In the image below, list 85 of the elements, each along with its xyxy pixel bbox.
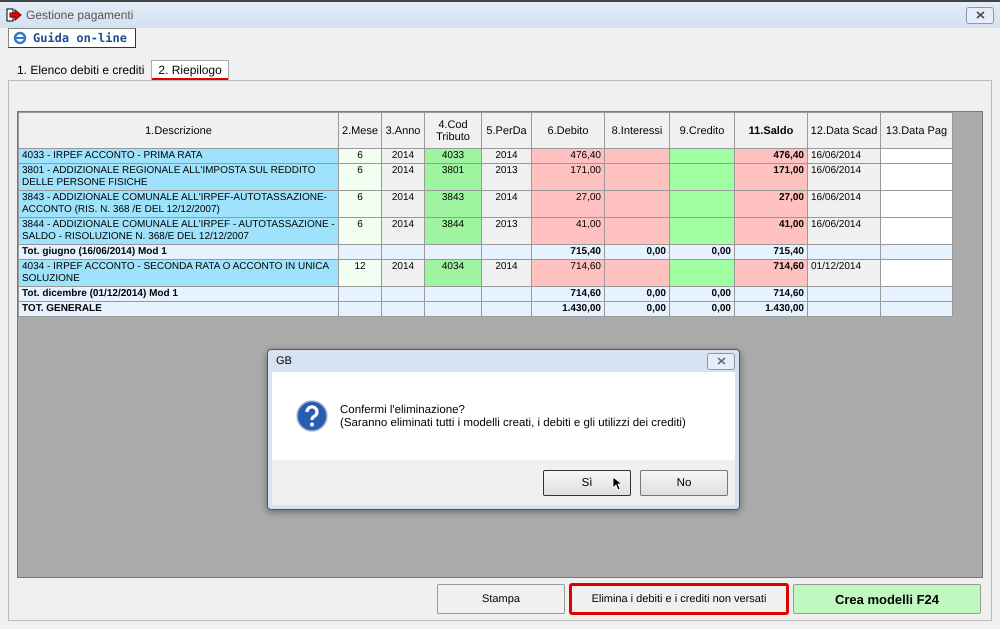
table-cell: 3843	[424, 190, 482, 218]
action-button[interactable]: Elimina i debiti e i crediti non versati	[570, 584, 788, 614]
column-header[interactable]: 9.Credito	[670, 112, 734, 148]
browser-icon	[13, 31, 27, 45]
dialog-button[interactable]: No	[640, 470, 728, 496]
column-header[interactable]: 3.Anno	[382, 112, 424, 148]
table-cell: 3801 - ADDIZIONALE REGIONALE ALL'IMPOSTA SUL REDDITO DELLE PERSONE FISICHE	[18, 164, 338, 190]
table-cell: 2014	[482, 260, 532, 286]
table-cell: 714,60	[532, 286, 604, 302]
table-cell: 4033	[424, 148, 482, 164]
table-cell: 171,00	[532, 164, 604, 190]
table-cell: 41,00	[734, 218, 808, 244]
table-cell: Tot. dicembre (01/12/2014) Mod 1	[18, 286, 338, 302]
table-cell: 4034	[424, 260, 482, 286]
table-cell: 0,00	[604, 302, 670, 316]
table-cell: 2014	[482, 190, 532, 218]
table-cell: Tot. giugno (16/06/2014) Mod 1	[18, 244, 338, 260]
table-cell: 41,00	[532, 218, 604, 244]
dialog-detail: (Saranno eliminati tutti i modelli creati, i debiti e gli utilizzi dei crediti)	[340, 416, 686, 428]
table-cell: 2013	[482, 218, 532, 244]
table-cell: 6	[338, 190, 382, 218]
table-cell: 715,40	[532, 244, 604, 260]
table-cell: 27,00	[734, 190, 808, 218]
table-cell: 16/06/2014	[808, 164, 880, 190]
table-cell: 714,60	[532, 260, 604, 286]
exit-icon	[6, 8, 22, 22]
table-cell: 476,40	[734, 148, 808, 164]
column-header[interactable]: 4.Cod Tributo	[424, 112, 482, 148]
table-cell: 1.430,00	[532, 302, 604, 316]
table-cell: 0,00	[604, 244, 670, 260]
dialog-button[interactable]: Sì	[543, 470, 631, 496]
table-cell: 0,00	[670, 302, 734, 316]
help-button[interactable]: Guida on-line	[8, 28, 136, 48]
column-header[interactable]: 8.Interessi	[604, 112, 670, 148]
table-cell: 3844 - ADDIZIONALE COMUNALE ALL'IRPEF - AUTOTASSAZIONE - SALDO - RISOLUZIONE N. 368/E DEL 12/12/2007	[18, 218, 338, 244]
tab[interactable]: 2. Riepilogo	[151, 60, 229, 80]
table-cell: 715,40	[734, 244, 808, 260]
table-cell: 4033 - IRPEF ACCONTO - PRIMA RATA	[18, 148, 338, 164]
table-cell: 0,00	[670, 244, 734, 260]
table-cell: 1.430,00	[734, 302, 808, 316]
close-icon	[716, 357, 726, 365]
table-cell: 2014	[382, 164, 424, 190]
table-cell: TOT. GENERALE	[18, 302, 338, 316]
table-cell: 16/06/2014	[808, 190, 880, 218]
table-cell: 2013	[482, 164, 532, 190]
table-cell: 27,00	[532, 190, 604, 218]
table-cell: 2014	[482, 148, 532, 164]
column-header[interactable]: 5.PerDa	[482, 112, 532, 148]
column-header[interactable]: 11.Saldo	[734, 112, 808, 148]
dialog-title: GB	[275, 355, 292, 367]
close-icon	[976, 11, 984, 19]
column-header[interactable]: 1.Descrizione	[18, 112, 338, 148]
column-header[interactable]: 12.Data Scad	[808, 112, 880, 148]
table-cell: 476,40	[532, 148, 604, 164]
window-title: Gestione pagamenti	[26, 8, 134, 22]
table-cell: 0,00	[604, 286, 670, 302]
table-cell: 16/06/2014	[808, 148, 880, 164]
close-button[interactable]	[966, 6, 994, 24]
column-header[interactable]: 6.Debito	[532, 112, 604, 148]
table-cell: 12	[338, 260, 382, 286]
table-cell: 6	[338, 148, 382, 164]
table-cell: 6	[338, 164, 382, 190]
table-cell: 16/06/2014	[808, 218, 880, 244]
column-header[interactable]: 13.Data Pag	[880, 112, 952, 148]
dialog-message: Confermi l'eliminazione?	[340, 404, 466, 416]
table-cell: 01/12/2014	[808, 260, 880, 286]
table-cell: 2014	[382, 190, 424, 218]
table-cell: 3801	[424, 164, 482, 190]
table-cell: 714,60	[734, 286, 808, 302]
action-button[interactable]: Crea modelli F24	[793, 584, 981, 614]
table-cell: 3844	[424, 218, 482, 244]
cursor-icon	[612, 476, 622, 491]
table-cell: 171,00	[734, 164, 808, 190]
action-button[interactable]: Stampa	[437, 584, 565, 614]
column-header[interactable]: 2.Mese	[338, 112, 382, 148]
table-cell: 3843 - ADDIZIONALE COMUNALE ALL'IRPEF-AUTOTASSAZIONE-ACCONTO (RIS. N. 368 /E DEL 12/12/2007)	[18, 190, 338, 218]
question-icon	[296, 400, 328, 432]
table-cell: 0,00	[670, 286, 734, 302]
table-cell: 714,60	[734, 260, 808, 286]
table-cell: 2014	[382, 260, 424, 286]
table-cell: 2014	[382, 218, 424, 244]
table-cell: 4034 - IRPEF ACCONTO - SECONDA RATA O ACCONTO IN UNICA SOLUZIONE	[18, 260, 338, 286]
close-button[interactable]	[707, 352, 735, 370]
table-cell: 2014	[382, 148, 424, 164]
table-cell: 6	[338, 218, 382, 244]
